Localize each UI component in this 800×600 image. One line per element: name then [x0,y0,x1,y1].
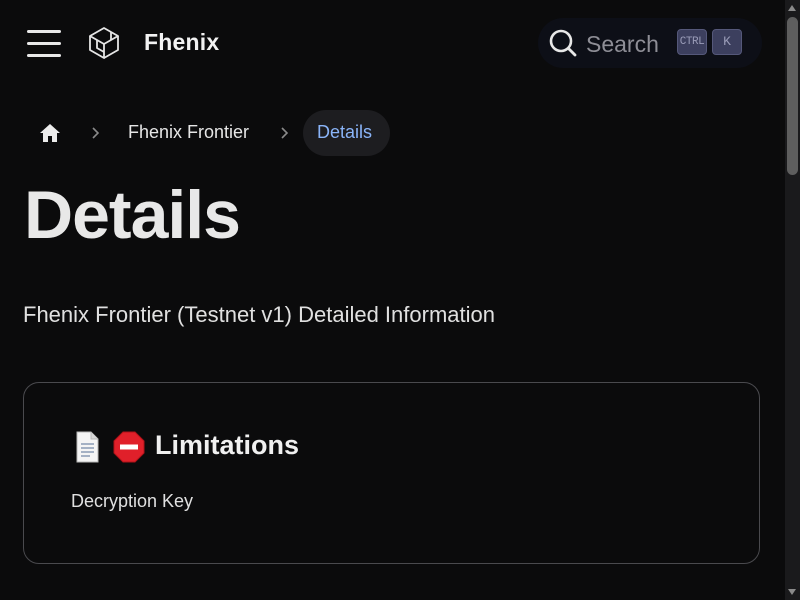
scroll-down-arrow-icon[interactable] [788,589,796,595]
shortcut-key-ctrl: CTRL [677,29,707,55]
page-document-icon [76,431,99,463]
brand-name[interactable]: Fhenix [144,29,219,56]
shortcut-key-k: K [712,29,742,55]
stop-sign-icon [113,431,145,463]
page: Fhenix Search CTRL K Fhenix Frontier Det… [0,0,800,600]
menu-button[interactable] [24,26,64,60]
search-placeholder: Search [586,31,659,57]
breadcrumb-item-label: Details [317,122,373,142]
home-icon[interactable] [38,122,62,144]
card-heading: Limitations [155,430,300,460]
page-title: Details [24,177,241,253]
menu-icon-bar-bottom [27,54,61,57]
card-description: Decryption Key [71,491,194,511]
menu-icon-bar-middle [27,42,61,45]
chevron-right-icon [92,127,100,139]
scrollbar-thumb[interactable] [787,17,798,175]
scroll-up-arrow-icon[interactable] [788,5,796,11]
breadcrumb: Fhenix Frontier Details [24,110,524,156]
search-button[interactable]: Search CTRL K [538,18,762,68]
page-subtitle: Fhenix Frontier (Testnet v1) Detailed In… [23,302,495,327]
chevron-right-icon [281,127,289,139]
fhenix-logo-icon[interactable] [86,24,124,62]
search-icon [549,29,577,57]
vertical-scrollbar[interactable] [785,0,800,600]
card-limitations[interactable]: Limitations Decryption Key [23,382,760,564]
breadcrumb-item-details: Details [303,110,390,156]
breadcrumb-item-fhenix-frontier[interactable]: Fhenix Frontier [128,122,249,143]
menu-icon-bar-top [27,30,61,33]
navbar: Fhenix Search CTRL K [0,0,785,86]
